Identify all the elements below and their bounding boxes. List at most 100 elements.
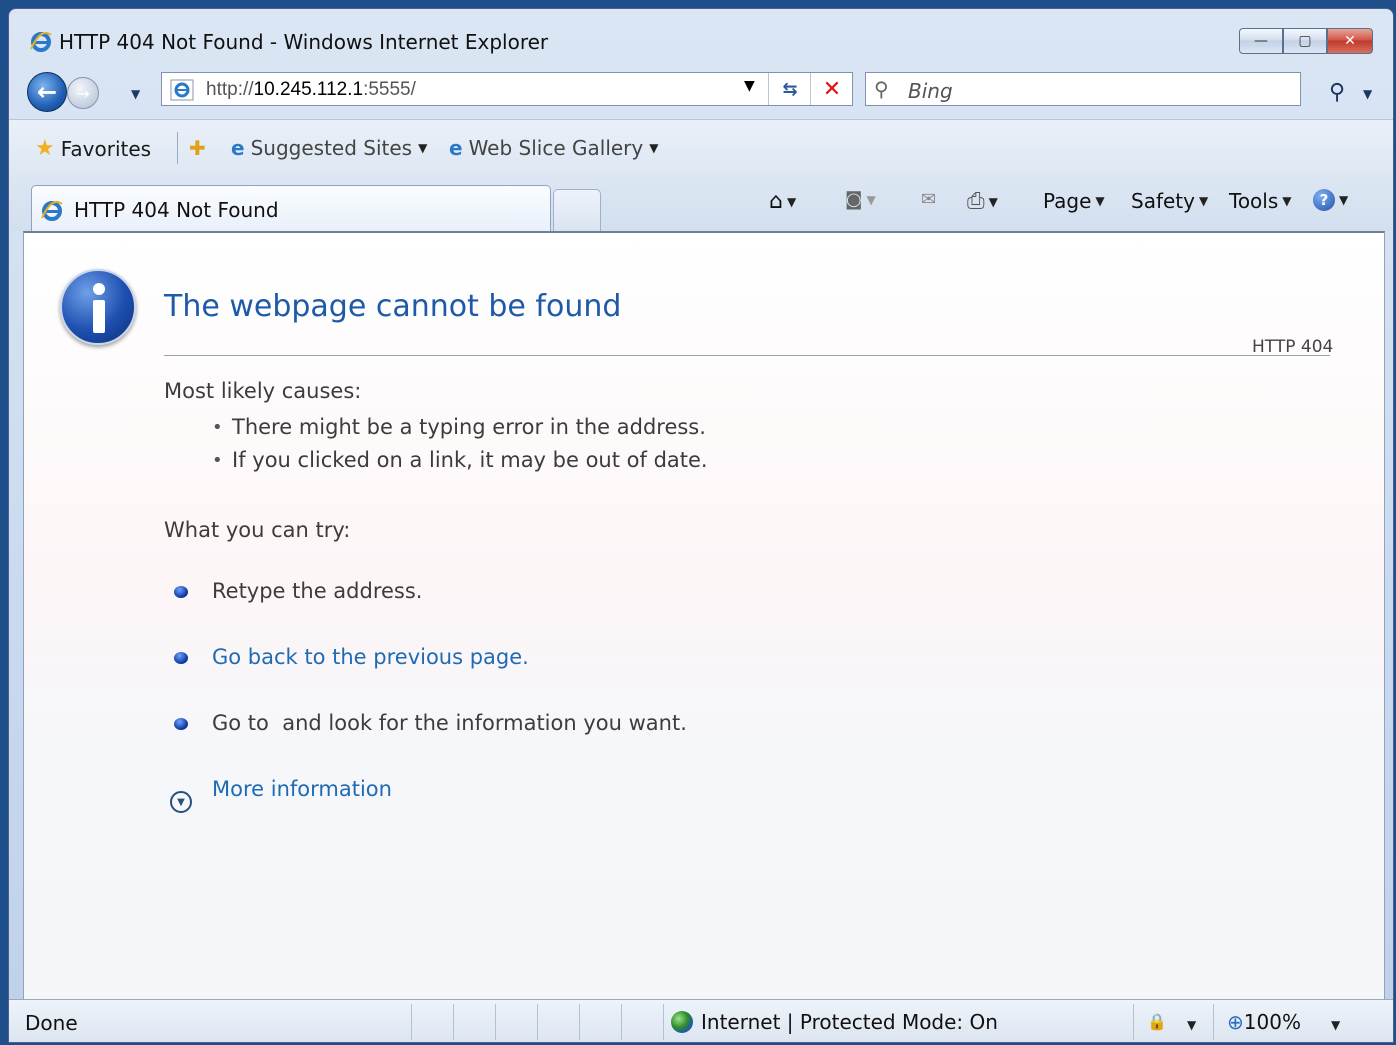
chevron-down-icon: ▼ — [988, 194, 998, 209]
chevron-down-icon: ▼ — [418, 141, 428, 155]
info-icon — [60, 269, 136, 345]
tools-menu-label: Tools — [1229, 189, 1279, 213]
zoom-level[interactable]: ⊕100% — [1227, 1010, 1301, 1034]
print-button[interactable]: ⎙ ▼ — [967, 189, 998, 214]
address-url[interactable]: http://10.245.112.1:5555/ — [206, 79, 416, 101]
home-icon: ⌂ — [769, 189, 783, 214]
search-options-dropdown[interactable]: ▼ — [1363, 87, 1372, 101]
try-item-goto: Go to and look for the information you w… — [212, 711, 687, 735]
home-button[interactable]: ⌂ ▼ — [769, 189, 796, 214]
bullet-icon — [174, 586, 188, 598]
status-separator — [663, 1004, 664, 1040]
tools-menu[interactable]: Tools ▼ — [1229, 189, 1292, 213]
page-icon — [170, 79, 194, 106]
cause-item: There might be a typing error in the add… — [232, 415, 706, 439]
chevron-down-icon: ▼ — [1339, 193, 1349, 207]
tab-active[interactable]: HTTP 404 Not Found — [31, 185, 551, 231]
causes-title: Most likely causes: — [164, 379, 362, 403]
tab-title: HTTP 404 Not Found — [74, 198, 279, 222]
recent-pages-dropdown[interactable]: ▼ — [131, 87, 140, 101]
web-slice-gallery-button[interactable]: e Web Slice Gallery ▼ — [449, 136, 658, 160]
tab-row: HTTP 404 Not Found ⌂ ▼ ◙ ▼ ✉ ⎙ ▼ Page ▼ … — [9, 175, 1393, 231]
web-slice-gallery-label: Web Slice Gallery — [468, 136, 644, 160]
address-dropdown-icon[interactable]: ▼ — [744, 78, 755, 94]
favorites-bar: ★ Favorites ✚ e Suggested Sites ▼ e Web … — [9, 119, 1393, 177]
rss-feed-icon: ◙ — [845, 189, 863, 210]
zoom-value: 100% — [1243, 1010, 1301, 1034]
http-status-code: HTTP 404 — [1252, 337, 1334, 357]
title-bar: HTTP 404 Not Found - Windows Internet Ex… — [9, 9, 1393, 59]
mail-icon: ✉ — [921, 189, 937, 210]
bullet-icon: • — [212, 450, 223, 471]
search-box[interactable]: ⚲ Bing — [865, 72, 1301, 106]
favorites-button[interactable]: ★ Favorites — [35, 136, 151, 161]
status-separator — [495, 1004, 496, 1040]
forward-button[interactable]: → — [67, 77, 99, 109]
page-content: The webpage cannot be found HTTP 404 Mos… — [23, 231, 1385, 999]
favorites-label: Favorites — [60, 136, 152, 161]
feeds-button[interactable]: ◙ ▼ — [845, 189, 876, 210]
navigation-bar: ← → ▼ http://10.245.112.1:5555/ ▼ ⇆ ✕ ⚲ … — [9, 67, 1393, 112]
new-tab-button[interactable] — [553, 189, 601, 231]
expand-chevron-icon[interactable]: ▼ — [170, 791, 192, 813]
try-item-retype: Retype the address. — [212, 579, 423, 603]
cause-item: If you clicked on a link, it may be out … — [232, 448, 708, 472]
chevron-down-icon: ▼ — [786, 194, 797, 209]
page-menu[interactable]: Page ▼ — [1043, 189, 1105, 213]
status-separator — [1213, 1004, 1214, 1040]
back-button[interactable]: ← — [27, 72, 67, 112]
status-separator — [411, 1004, 412, 1040]
close-button[interactable]: ✕ — [1327, 28, 1373, 54]
search-input[interactable]: Bing — [908, 79, 953, 103]
chevron-down-icon: ▼ — [1198, 194, 1209, 208]
caption-buttons: — ▢ ✕ — [1239, 28, 1373, 54]
title-divider — [164, 355, 1330, 356]
minimize-icon: — — [1254, 33, 1268, 49]
add-to-favorites-bar-button[interactable]: ✚ — [189, 136, 206, 160]
minimize-button[interactable]: — — [1239, 28, 1283, 54]
protected-mode-icon[interactable]: 🔒 — [1147, 1012, 1167, 1031]
status-bar: Done Internet | Protected Mode: On 🔒 ▼ ⊕… — [9, 999, 1393, 1042]
address-bar[interactable]: http://10.245.112.1:5555/ ▼ ⇆ ✕ — [161, 72, 853, 106]
search-icon[interactable]: ⚲ — [1329, 80, 1345, 105]
toolbar-separator — [177, 132, 178, 164]
go-back-link[interactable]: Go back to the previous page. — [212, 645, 529, 669]
refresh-button[interactable]: ⇆ — [768, 73, 811, 105]
globe-icon — [671, 1011, 693, 1033]
maximize-icon: ▢ — [1298, 33, 1312, 49]
stop-button[interactable]: ✕ — [810, 73, 853, 105]
suggested-sites-button[interactable]: e Suggested Sites ▼ — [231, 136, 427, 160]
chevron-down-icon: ▼ — [1095, 194, 1105, 208]
zone-label: Internet | Protected Mode: On — [701, 1010, 998, 1034]
status-separator — [579, 1004, 580, 1040]
more-information-link[interactable]: More information — [212, 777, 392, 801]
status-separator — [537, 1004, 538, 1040]
ie-logo-icon — [40, 198, 64, 227]
chevron-down-icon[interactable]: ▼ — [1331, 1018, 1340, 1032]
bullet-icon — [174, 652, 188, 664]
safety-menu-label: Safety — [1131, 189, 1195, 213]
maximize-button[interactable]: ▢ — [1283, 28, 1327, 54]
chevron-down-icon: ▼ — [649, 141, 659, 155]
security-zone[interactable]: Internet | Protected Mode: On — [671, 1010, 998, 1034]
status-separator — [453, 1004, 454, 1040]
ie-page-icon: e — [449, 136, 463, 160]
help-button[interactable]: ? ▼ — [1313, 189, 1348, 211]
safety-menu[interactable]: Safety ▼ — [1131, 189, 1208, 213]
url-prefix: http:// — [206, 79, 254, 100]
favorites-star-icon: ★ — [35, 136, 55, 161]
window-title: HTTP 404 Not Found - Windows Internet Ex… — [59, 30, 549, 54]
status-separator — [1133, 1004, 1134, 1040]
url-host: 10.245.112.1 — [253, 79, 364, 100]
stop-icon: ✕ — [822, 76, 842, 102]
bullet-icon — [174, 718, 188, 730]
close-icon: ✕ — [1344, 33, 1356, 49]
chevron-down-icon: ▼ — [866, 192, 876, 207]
chevron-down-icon: ▼ — [1282, 194, 1292, 208]
chevron-down-icon[interactable]: ▼ — [1187, 1018, 1196, 1032]
read-mail-button[interactable]: ✉ — [921, 189, 936, 210]
ie-page-icon: e — [231, 136, 245, 160]
forward-arrow-icon: → — [76, 83, 90, 103]
refresh-icon: ⇆ — [782, 78, 798, 100]
search-provider-icon: ⚲ — [874, 77, 889, 101]
